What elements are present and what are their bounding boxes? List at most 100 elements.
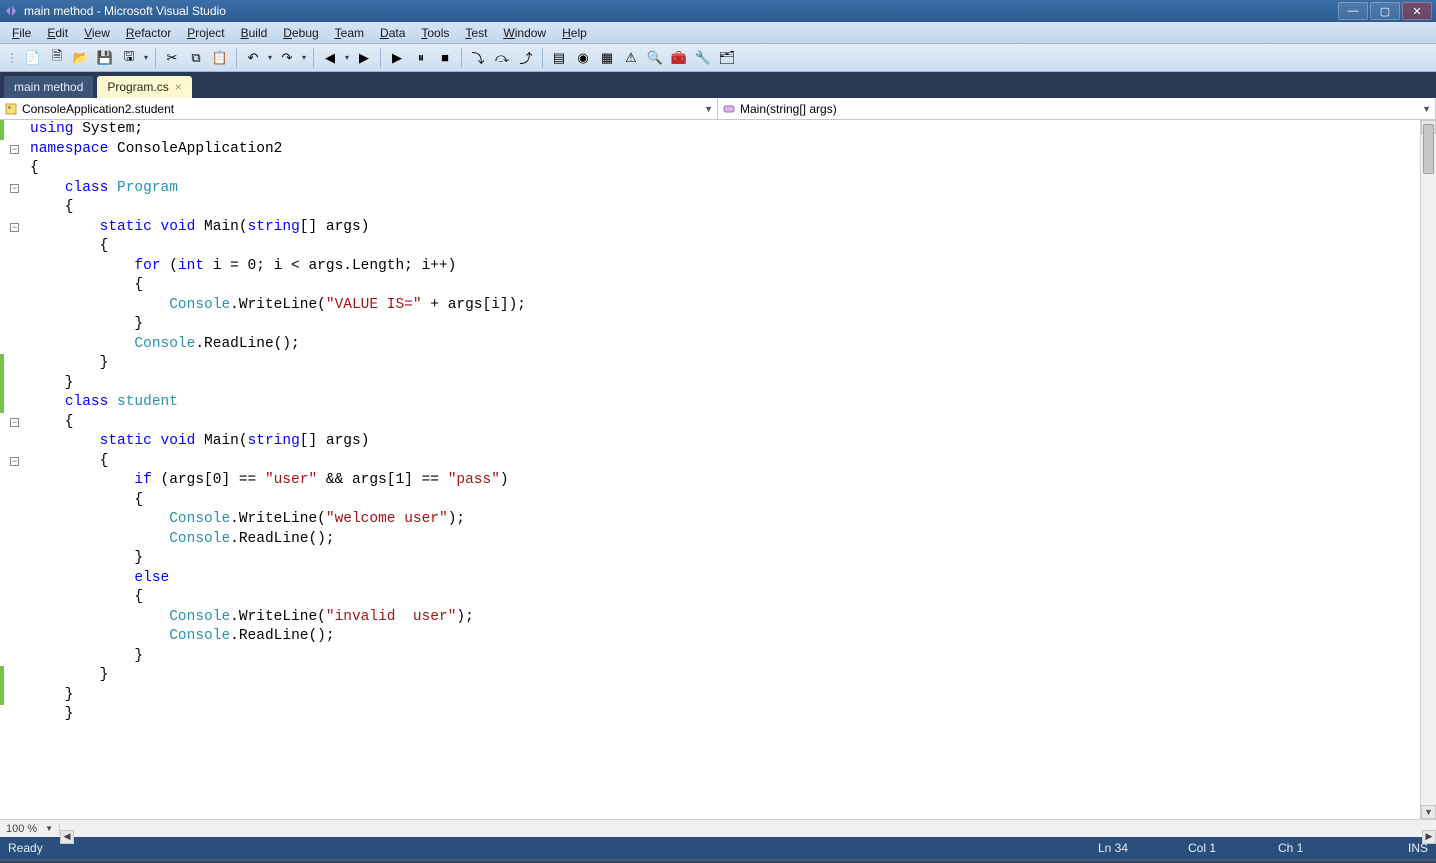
tab-label: Program.cs	[107, 80, 168, 94]
code-line[interactable]: class student	[30, 393, 1420, 413]
code-line[interactable]: {	[30, 276, 1420, 296]
undo-icon-dropdown[interactable]: ▾	[266, 47, 274, 69]
menu-build[interactable]: Build	[233, 24, 276, 42]
save-all-icon-dropdown[interactable]: ▾	[142, 47, 150, 69]
code-line[interactable]: }	[30, 705, 1420, 725]
menu-debug[interactable]: Debug	[275, 24, 326, 42]
menu-bar: FileEditViewRefactorProjectBuildDebugTea…	[0, 22, 1436, 44]
tab-program-cs[interactable]: Program.cs ×	[97, 76, 191, 98]
editor-bottom-bar: 100 % ▼ ◀ ▶	[0, 819, 1436, 837]
code-line[interactable]: {	[30, 452, 1420, 472]
save-icon[interactable]: 💾	[94, 47, 116, 69]
code-line[interactable]: namespace ConsoleApplication2	[30, 140, 1420, 160]
code-line[interactable]: Console.WriteLine("welcome user");	[30, 510, 1420, 530]
save-all-icon[interactable]: 🖫	[118, 47, 140, 69]
nav-back-icon-dropdown[interactable]: ▾	[343, 47, 351, 69]
step-over-icon[interactable]: ⤼	[491, 47, 513, 69]
paste-icon[interactable]: 📋	[209, 47, 231, 69]
pause-icon[interactable]: ⏸	[410, 47, 432, 69]
menu-refactor[interactable]: Refactor	[118, 24, 179, 42]
code-line[interactable]: Console.ReadLine();	[30, 530, 1420, 550]
change-mark	[0, 120, 4, 140]
menu-team[interactable]: Team	[327, 24, 372, 42]
menu-data[interactable]: Data	[372, 24, 413, 42]
code-line[interactable]: }	[30, 666, 1420, 686]
code-line[interactable]: Console.WriteLine("VALUE IS=" + args[i])…	[30, 296, 1420, 316]
code-line[interactable]: {	[30, 491, 1420, 511]
member-dropdown[interactable]: Main(string[] args) ▼	[718, 98, 1436, 119]
immediate-icon[interactable]: ▤	[548, 47, 570, 69]
code-line[interactable]: else	[30, 569, 1420, 589]
scroll-left-button[interactable]: ◀	[60, 830, 74, 844]
toolbox-icon[interactable]: 🧰	[668, 47, 690, 69]
nav-fwd-icon[interactable]: ▶	[353, 47, 375, 69]
toolbar-separator	[380, 48, 381, 68]
copy-icon[interactable]: ⧉	[185, 47, 207, 69]
stop-icon[interactable]: ■	[434, 47, 456, 69]
menu-project[interactable]: Project	[179, 24, 232, 42]
code-line[interactable]: for (int i = 0; i < args.Length; i++)	[30, 257, 1420, 277]
redo-icon[interactable]: ↷	[276, 47, 298, 69]
menu-window[interactable]: Window	[495, 24, 554, 42]
fold-toggle[interactable]: −	[10, 418, 19, 427]
minimize-button[interactable]: —	[1338, 2, 1368, 20]
code-line[interactable]: Console.WriteLine("invalid user");	[30, 608, 1420, 628]
open-file-icon[interactable]: 📂	[70, 47, 92, 69]
zoom-control[interactable]: 100 % ▼	[0, 823, 60, 835]
menu-help[interactable]: Help	[554, 24, 595, 42]
scroll-right-button[interactable]: ▶	[1422, 830, 1436, 844]
start-debug-icon[interactable]: ▶	[386, 47, 408, 69]
tab-main-method[interactable]: main method	[4, 76, 93, 98]
fold-toggle[interactable]: −	[10, 184, 19, 193]
code-line[interactable]: }	[30, 315, 1420, 335]
scroll-down-button[interactable]: ▼	[1421, 805, 1436, 819]
code-line[interactable]: Console.ReadLine();	[30, 335, 1420, 355]
fold-toggle[interactable]: −	[10, 457, 19, 466]
code-line[interactable]: }	[30, 549, 1420, 569]
menu-tools[interactable]: Tools	[413, 24, 457, 42]
error-list-icon[interactable]: ⚠	[620, 47, 642, 69]
menu-file[interactable]: File	[4, 24, 39, 42]
properties-icon[interactable]: 🔧	[692, 47, 714, 69]
code-line[interactable]: {	[30, 237, 1420, 257]
code-line[interactable]: {	[30, 198, 1420, 218]
step-into-icon[interactable]: ⤵	[467, 47, 489, 69]
code-line[interactable]: Console.ReadLine();	[30, 627, 1420, 647]
close-window-button[interactable]: ✕	[1402, 2, 1432, 20]
new-project-icon[interactable]: 📄	[22, 47, 44, 69]
code-line[interactable]: class Program	[30, 179, 1420, 199]
code-line[interactable]: if (args[0] == "user" && args[1] == "pas…	[30, 471, 1420, 491]
code-area[interactable]: using System;namespace ConsoleApplicatio…	[26, 120, 1420, 819]
code-line[interactable]: }	[30, 354, 1420, 374]
code-line[interactable]: static void Main(string[] args)	[30, 432, 1420, 452]
code-line[interactable]: }	[30, 374, 1420, 394]
cut-icon[interactable]: ✂	[161, 47, 183, 69]
code-line[interactable]: static void Main(string[] args)	[30, 218, 1420, 238]
undo-icon[interactable]: ↶	[242, 47, 264, 69]
status-ready: Ready	[8, 841, 1098, 855]
maximize-button[interactable]: ▢	[1370, 2, 1400, 20]
new-file-icon[interactable]: 🗎	[46, 47, 68, 69]
menu-view[interactable]: View	[76, 24, 118, 42]
redo-icon-dropdown[interactable]: ▾	[300, 47, 308, 69]
nav-back-icon[interactable]: ◀	[319, 47, 341, 69]
vertical-scrollbar[interactable]: ▲ ▼	[1420, 120, 1436, 819]
code-line[interactable]: }	[30, 686, 1420, 706]
breakpoints-icon[interactable]: ◉	[572, 47, 594, 69]
code-line[interactable]: {	[30, 413, 1420, 433]
menu-edit[interactable]: Edit	[39, 24, 76, 42]
fold-toggle[interactable]: −	[10, 145, 19, 154]
code-line[interactable]: }	[30, 647, 1420, 667]
code-line[interactable]: {	[30, 159, 1420, 179]
code-line[interactable]: using System;	[30, 120, 1420, 140]
fold-toggle[interactable]: −	[10, 223, 19, 232]
find-icon[interactable]: 🔍	[644, 47, 666, 69]
close-tab-icon[interactable]: ×	[175, 80, 182, 94]
class-dropdown[interactable]: ConsoleApplication2.student ▼	[0, 98, 718, 119]
solution-explorer-icon[interactable]: 🗂	[716, 47, 738, 69]
scroll-thumb[interactable]	[1423, 124, 1434, 174]
code-line[interactable]: {	[30, 588, 1420, 608]
output-icon[interactable]: ▦	[596, 47, 618, 69]
step-out-icon[interactable]: ⤴	[515, 47, 537, 69]
menu-test[interactable]: Test	[457, 24, 495, 42]
